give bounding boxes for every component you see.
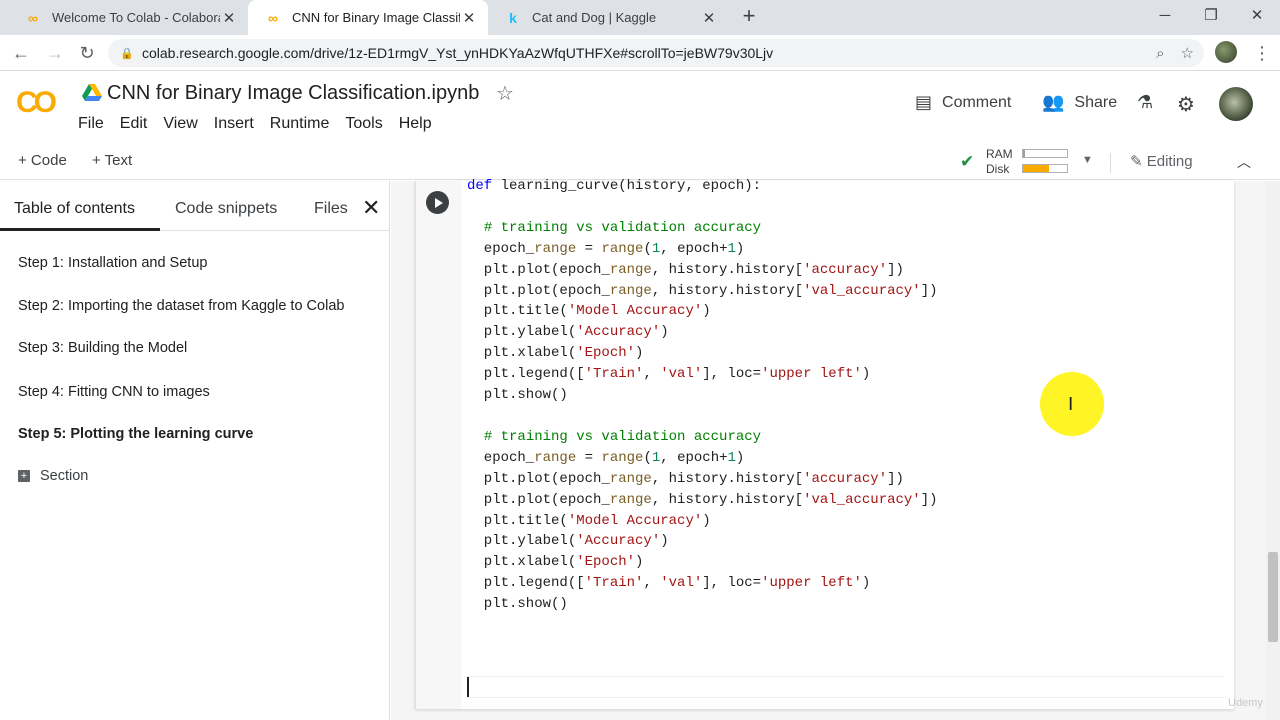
add-text-button[interactable]: + Text: [92, 152, 132, 169]
tab-code-snippets[interactable]: Code snippets: [175, 200, 277, 218]
scrollbar-thumb[interactable]: [1268, 552, 1278, 642]
zoom-icon[interactable]: ⌕: [1156, 45, 1164, 62]
drive-icon[interactable]: [82, 84, 102, 102]
menu-help[interactable]: Help: [399, 115, 432, 133]
colab-icon: ∞: [28, 9, 38, 26]
toc-item-step-4[interactable]: Step 4: Fitting CNN to images: [18, 384, 210, 400]
people-icon: 👥: [1042, 92, 1065, 112]
menu-bar: File Edit View Insert Runtime Tools Help: [78, 115, 448, 133]
reload-icon[interactable]: ↻: [74, 40, 100, 66]
colab-icon: ∞: [268, 9, 278, 26]
toc-item-step-1[interactable]: Step 1: Installation and Setup: [18, 255, 207, 271]
browser-tab-strip: ∞ Welcome To Colab - Colaborator ✕ ∞ CNN…: [0, 0, 1280, 35]
menu-runtime[interactable]: Runtime: [270, 115, 330, 133]
play-icon: [434, 197, 443, 208]
ram-usage-bar[interactable]: [1022, 149, 1068, 158]
close-tab-icon[interactable]: ✕: [220, 9, 238, 27]
menu-view[interactable]: View: [163, 115, 197, 133]
colab-header: CO CNN for Binary Image Classification.i…: [0, 72, 1280, 144]
toolbar-divider: [1110, 153, 1111, 173]
close-icon[interactable]: ✕: [362, 195, 380, 221]
toc-item-step-5[interactable]: Step 5: Plotting the learning curve: [18, 426, 253, 442]
settings-gear-icon[interactable]: ⚙: [1177, 92, 1205, 117]
menu-insert[interactable]: Insert: [214, 115, 254, 133]
forward-icon[interactable]: →: [42, 40, 68, 66]
browser-tab-cnn[interactable]: ∞ CNN for Binary Image Classificati ✕: [248, 0, 488, 35]
notebook-title[interactable]: CNN for Binary Image Classification.ipyn…: [107, 82, 479, 105]
disk-label: Disk: [986, 162, 1010, 176]
browser-profile-avatar[interactable]: [1215, 41, 1237, 63]
run-cell-button[interactable]: [426, 191, 449, 214]
comment-icon: ▤: [915, 92, 933, 112]
active-tab-indicator: [0, 228, 160, 231]
bookmark-star-icon[interactable]: ☆: [1181, 44, 1194, 62]
chevron-up-icon[interactable]: ︿: [1237, 152, 1251, 172]
close-window-icon[interactable]: ✕: [1234, 0, 1280, 30]
empty-line[interactable]: [466, 676, 1224, 698]
close-tab-icon[interactable]: ✕: [700, 9, 718, 27]
close-tab-icon[interactable]: ✕: [460, 9, 478, 27]
sidebar: Table of contents Code snippets Files ✕ …: [0, 181, 390, 720]
notebook-toolbar: + Code + Text ✔ RAM Disk ▼ ✎ Editing ︿: [0, 144, 1280, 180]
colab-logo[interactable]: CO: [16, 88, 62, 118]
browser-menu-icon[interactable]: ⋮: [1252, 40, 1272, 66]
star-icon[interactable]: ☆: [496, 81, 514, 106]
editing-mode-button[interactable]: ✎ Editing: [1130, 152, 1193, 170]
tab-files[interactable]: Files: [314, 200, 348, 218]
text-caret: [467, 677, 469, 697]
connected-check-icon: ✔: [960, 152, 975, 171]
address-bar: ← → ↻ 🔒 colab.research.google.com/drive/…: [0, 35, 1280, 71]
back-icon[interactable]: ←: [8, 40, 34, 66]
menu-file[interactable]: File: [78, 115, 104, 133]
plus-box-icon: +: [18, 470, 30, 482]
chevron-down-icon[interactable]: ▼: [1082, 154, 1093, 166]
tab-table-of-contents[interactable]: Table of contents: [14, 200, 135, 218]
add-section-button[interactable]: + Section: [18, 468, 88, 484]
browser-tab-welcome[interactable]: ∞ Welcome To Colab - Colaborator ✕: [8, 0, 248, 35]
code-cell[interactable]: def learning_curve(history, epoch): # tr…: [415, 178, 1234, 709]
minimize-icon[interactable]: ─: [1142, 0, 1188, 30]
code-text[interactable]: def learning_curve(history, epoch): # tr…: [467, 176, 938, 615]
lock-icon: 🔒: [120, 47, 134, 60]
menu-edit[interactable]: Edit: [120, 115, 148, 133]
pencil-icon: ✎: [1130, 153, 1143, 170]
flask-icon[interactable]: ⚗: [1137, 92, 1163, 113]
menu-tools[interactable]: Tools: [345, 115, 382, 133]
new-tab-icon[interactable]: +: [738, 4, 760, 30]
watermark: Udemy: [1228, 697, 1263, 709]
url-input[interactable]: 🔒 colab.research.google.com/drive/1z-ED1…: [108, 39, 1204, 67]
cell-gutter: [416, 181, 461, 709]
ram-label: RAM: [986, 147, 1013, 161]
disk-usage-bar[interactable]: [1022, 164, 1068, 173]
restore-icon[interactable]: ❐: [1188, 0, 1234, 30]
sidebar-tabs: Table of contents Code snippets Files ✕: [0, 181, 390, 231]
text-cursor-icon: I: [1068, 394, 1074, 415]
notebook-area: def learning_curve(history, epoch): # tr…: [391, 178, 1280, 720]
add-code-button[interactable]: + Code: [18, 152, 67, 169]
share-button[interactable]: 👥 Share: [1042, 92, 1117, 113]
browser-tab-kaggle[interactable]: k Cat and Dog | Kaggle ✕: [488, 0, 728, 35]
toc-item-step-3[interactable]: Step 3: Building the Model: [18, 340, 187, 356]
comment-button[interactable]: ▤ Comment: [915, 92, 1011, 113]
user-avatar[interactable]: [1219, 87, 1253, 121]
kaggle-icon: k: [509, 9, 517, 26]
toc-item-step-2[interactable]: Step 2: Importing the dataset from Kaggl…: [18, 298, 344, 314]
